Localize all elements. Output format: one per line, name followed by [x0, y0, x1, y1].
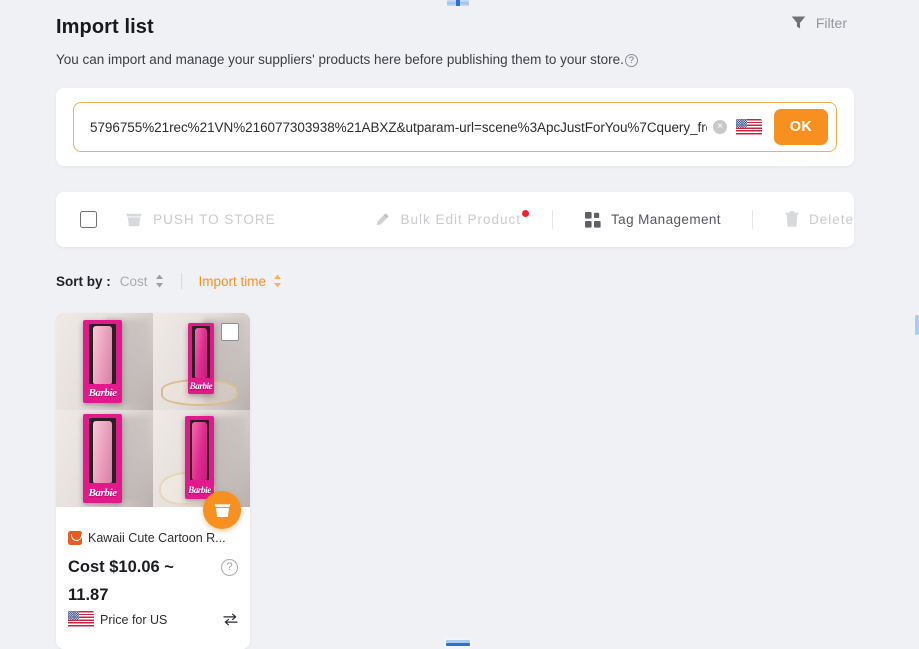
price-for-label: Price for US [100, 612, 168, 627]
import-list-page: Import list You can import and manage yo… [0, 0, 919, 649]
select-all-checkbox[interactable] [80, 211, 97, 228]
toolbar-divider-2 [751, 210, 753, 229]
page-title: Import list [56, 16, 154, 38]
product-cost-row: Cost $10.06 ~ 11.87 ? [68, 553, 238, 609]
sort-option-cost[interactable]: Cost [120, 274, 164, 289]
sort-divider [180, 273, 182, 289]
bulk-edit-product-label: Bulk Edit Product [400, 212, 521, 227]
url-import-card: 5796755%21rec%21VN%216077303938%21ABXZ&u… [56, 88, 854, 166]
page-subtitle: You can import and manage your suppliers… [56, 52, 638, 67]
page-header: Import list You can import and manage yo… [0, 0, 919, 67]
trash-icon [785, 211, 799, 227]
cost-help-icon[interactable]: ? [221, 559, 238, 576]
subtitle-help-icon[interactable]: ? [624, 54, 638, 67]
push-to-store-fab-button[interactable] [203, 491, 241, 529]
product-title: Kawaii Cute Cartoon R... [88, 531, 226, 545]
tag-management-button[interactable]: Tag Management [585, 211, 721, 228]
aliexpress-logo-icon [68, 531, 82, 545]
product-thumbnail[interactable]: Barbie [56, 313, 153, 410]
sort-option-import-time[interactable]: Import time [199, 274, 283, 289]
ok-button[interactable]: OK [774, 109, 828, 145]
sort-row: Sort by : Cost Import time [56, 270, 282, 292]
url-input-wrapper[interactable]: 5796755%21rec%21VN%216077303938%21ABXZ&u… [73, 102, 837, 152]
pencil-icon [377, 212, 390, 225]
price-for-us-flag-icon [68, 611, 94, 628]
filter-button[interactable]: Filter [790, 14, 847, 31]
bulk-edit-product-button[interactable]: Bulk Edit Product [374, 209, 529, 228]
product-cost: Cost $10.06 ~ 11.87 [68, 558, 174, 604]
us-flag-icon[interactable] [736, 118, 762, 136]
swap-arrows-icon[interactable] [223, 613, 238, 626]
sort-by-label: Sort by : [56, 273, 111, 289]
push-to-store-icon [126, 213, 143, 226]
sort-option-cost-label: Cost [119, 273, 148, 289]
sort-option-import-time-label: Import time [198, 273, 267, 289]
product-card[interactable]: Barbie Barbie Barbie Barbie Kawaii Cute … [56, 313, 250, 649]
tag-grid-icon [585, 211, 601, 228]
push-to-store-button[interactable]: PUSH TO STORE [125, 212, 276, 228]
push-to-store-fab-icon [213, 503, 231, 517]
toolbar-divider [551, 210, 553, 229]
page-subtitle-text: You can import and manage your suppliers… [56, 52, 624, 67]
filter-icon [791, 16, 806, 29]
product-image-grid[interactable]: Barbie Barbie Barbie Barbie [56, 313, 250, 529]
bulk-action-toolbar: PUSH TO STORE Bulk Edit Product Tag Mana… [56, 192, 854, 247]
sort-caret-icon [155, 274, 163, 288]
price-for-row: Price for US [68, 611, 238, 628]
filter-label: Filter [815, 14, 847, 31]
viewport-bottom-marker [444, 638, 472, 649]
product-thumbnail[interactable]: Barbie [56, 410, 153, 507]
product-select-checkbox[interactable] [221, 323, 239, 341]
delete-button[interactable]: Delete [785, 211, 854, 228]
product-thumbnail[interactable]: Barbie [153, 410, 250, 507]
product-title-row[interactable]: Kawaii Cute Cartoon R... [68, 531, 238, 545]
push-to-store-label: PUSH TO STORE [153, 212, 276, 227]
tag-management-label: Tag Management [611, 212, 721, 227]
bulk-edit-notification-badge [522, 209, 529, 217]
sort-caret-icon-active [274, 274, 282, 288]
viewport-right-marker [915, 315, 919, 335]
clear-input-icon[interactable]: × [713, 120, 727, 134]
url-input[interactable]: 5796755%21rec%21VN%216077303938%21ABXZ&u… [90, 119, 707, 135]
delete-label: Delete [808, 212, 854, 227]
